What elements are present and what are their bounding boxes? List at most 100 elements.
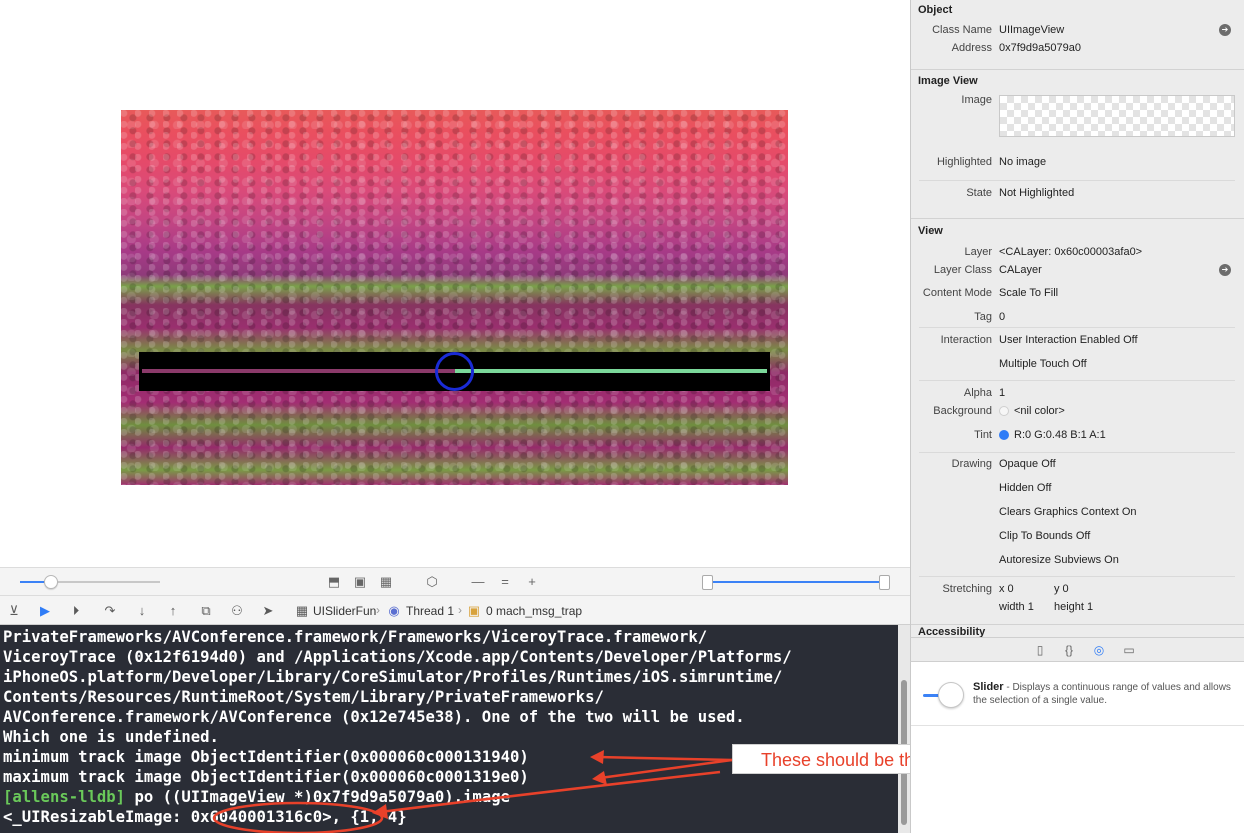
background-value[interactable]: <nil color>	[1014, 405, 1065, 417]
alpha-value[interactable]: 1	[999, 387, 1005, 399]
continue-icon[interactable]: ⏵	[68, 603, 84, 619]
breadcrumb-frame[interactable]: 0 mach_msg_trap	[486, 604, 582, 618]
tint-label: Tint	[974, 429, 992, 441]
canvas-toolbar: ⬒ ▣ ▦ ⬡ — = +	[0, 567, 910, 595]
spacing-slider-knob[interactable]	[44, 575, 58, 589]
layout-frame-icon[interactable]: ▣	[352, 574, 368, 590]
console-scrollbar[interactable]	[898, 625, 910, 833]
zoom-out-icon[interactable]: —	[470, 574, 486, 590]
multiple-touch-value[interactable]: Multiple Touch Off	[999, 358, 1087, 370]
range-end-handle[interactable]	[879, 575, 890, 590]
frame-icon: ▣	[467, 603, 481, 618]
breakpoints-icon[interactable]: ▶	[37, 603, 53, 619]
console-line: PrivateFrameworks/AVConference.framework…	[3, 627, 792, 647]
background-label: Background	[933, 405, 992, 417]
image-view-section-title: Image View	[918, 75, 978, 87]
class-name-label: Class Name	[932, 24, 992, 36]
layout-top-icon[interactable]: ⬒	[326, 574, 342, 590]
tint-value[interactable]: R:0 G:0.48 B:1 A:1	[1014, 429, 1106, 441]
address-label: Address	[951, 42, 992, 54]
attributes-inspector: Object Class Name UIImageView ➔ Address …	[910, 0, 1244, 637]
image-label: Image	[961, 94, 992, 106]
layout-grid-icon[interactable]: ▦	[378, 574, 394, 590]
stretch-height-value[interactable]: height 1	[1054, 601, 1093, 613]
library-item-title: Slider	[973, 681, 1004, 693]
console-line: iPhoneOS.platform/Developer/Library/Core…	[3, 667, 792, 687]
image-well[interactable]	[999, 95, 1235, 137]
console-line: maximum track image ObjectIdentifier(0x0…	[3, 767, 792, 787]
zoom-in-icon[interactable]: +	[524, 574, 540, 590]
class-name-value: UIImageView	[999, 24, 1065, 36]
tag-label: Tag	[974, 311, 992, 323]
hidden-checkbox[interactable]: Hidden Off	[999, 482, 1051, 494]
step-into-icon[interactable]: ↓	[134, 603, 150, 619]
layer-label: Layer	[964, 246, 992, 258]
3d-view-icon[interactable]: ⬡	[424, 574, 440, 590]
step-out-icon[interactable]: ↑	[165, 603, 181, 619]
library-tab-bar: ▯ {} ◎ ▭	[910, 637, 1244, 662]
stretch-width-value[interactable]: width 1	[999, 601, 1034, 613]
console-line: minimum track image ObjectIdentifier(0x0…	[3, 747, 792, 767]
background-color-swatch[interactable]	[999, 406, 1009, 416]
interface-canvas	[0, 0, 910, 567]
clip-to-bounds-checkbox[interactable]: Clip To Bounds Off	[999, 530, 1090, 542]
console-output: PrivateFrameworks/AVConference.framework…	[3, 627, 792, 827]
console-line-text: ViceroyTrace (0x12f6194d0) and /Applicat…	[3, 648, 792, 666]
breadcrumb-separator: ›	[376, 603, 380, 617]
address-value: 0x7f9d9a5079a0	[999, 42, 1081, 54]
media-library-icon[interactable]: ▭	[1121, 642, 1137, 658]
debug-console[interactable]: PrivateFrameworks/AVConference.framework…	[0, 625, 898, 833]
console-line-text: minimum track image ObjectIdentifier(0x0…	[3, 748, 529, 766]
user-interaction-value[interactable]: User Interaction Enabled Off	[999, 334, 1138, 346]
console-line: [allens-lldb] po ((UIImageView *)0x7f9d9…	[3, 787, 792, 807]
view-debugger-icon[interactable]: ⧉	[198, 603, 214, 619]
go-arrow-icon[interactable]: ➔	[1219, 264, 1231, 276]
console-line-text: AVConference.framework/AVConference (0x1…	[3, 708, 745, 726]
console-line-text: po ((UIImageView *)0x7f9d9a5079a0).image	[125, 788, 510, 806]
step-over-icon[interactable]: ↷	[102, 603, 118, 619]
clears-context-checkbox[interactable]: Clears Graphics Context On	[999, 506, 1137, 518]
zoom-actual-icon[interactable]: =	[497, 574, 513, 590]
spacing-slider[interactable]	[20, 575, 160, 589]
content-mode-value[interactable]: Scale To Fill	[999, 287, 1058, 299]
maximum-track	[455, 369, 767, 373]
range-start-handle[interactable]	[702, 575, 713, 590]
go-arrow-icon[interactable]: ➔	[1219, 24, 1231, 36]
interaction-label: Interaction	[940, 334, 992, 346]
autoresize-checkbox[interactable]: Autoresize Subviews On	[999, 554, 1119, 566]
thread-icon: ◉	[388, 603, 400, 618]
opaque-checkbox[interactable]: Opaque Off	[999, 458, 1056, 470]
object-library-icon[interactable]: ◎	[1091, 642, 1107, 658]
tag-value[interactable]: 0	[999, 311, 1005, 323]
memory-graph-icon[interactable]: ⚇	[229, 603, 245, 619]
hide-console-icon[interactable]: ⊻	[6, 603, 22, 619]
app-icon: ▦	[295, 603, 309, 618]
stretch-y-value[interactable]: y 0	[1054, 583, 1069, 595]
stretching-label: Stretching	[942, 583, 992, 595]
breadcrumb-thread[interactable]: Thread 1	[406, 604, 454, 618]
console-line: Which one is undefined.	[3, 727, 792, 747]
console-line: ViceroyTrace (0x12f6194d0) and /Applicat…	[3, 647, 792, 667]
state-value[interactable]: Not Highlighted	[999, 187, 1074, 199]
library-item-text: Slider - Displays a continuous range of …	[973, 681, 1235, 707]
console-line-text: PrivateFrameworks/AVConference.framework…	[3, 628, 708, 646]
file-template-icon[interactable]: ▯	[1032, 642, 1048, 658]
custom-slider[interactable]	[139, 352, 770, 391]
code-snippet-icon[interactable]: {}	[1061, 642, 1077, 658]
location-icon[interactable]: ➤	[260, 603, 276, 619]
object-library: Slider - Displays a continuous range of …	[910, 662, 1244, 833]
console-prompt: [allens-lldb]	[3, 788, 126, 806]
library-item-slider[interactable]: Slider - Displays a continuous range of …	[911, 662, 1244, 726]
range-slider[interactable]	[702, 575, 890, 590]
layer-class-value: CALayer	[999, 264, 1042, 276]
stretch-x-value[interactable]: x 0	[999, 583, 1014, 595]
highlighted-value[interactable]: No image	[999, 156, 1046, 168]
breadcrumb-target[interactable]: UISliderFun	[313, 604, 376, 618]
slider-thumb[interactable]	[435, 352, 474, 391]
console-line: AVConference.framework/AVConference (0x1…	[3, 707, 792, 727]
content-mode-label: Content Mode	[922, 287, 992, 299]
tint-color-swatch[interactable]	[999, 430, 1009, 440]
slider-icon	[921, 680, 965, 710]
state-label: State	[966, 187, 992, 199]
drawing-label: Drawing	[951, 458, 992, 470]
